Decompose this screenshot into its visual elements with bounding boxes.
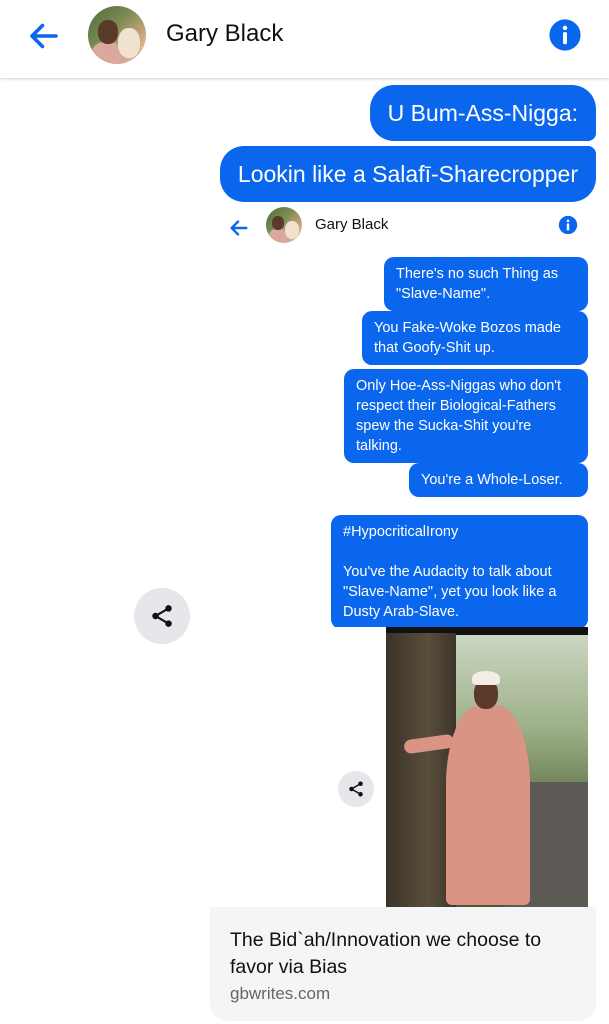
shared-photo [386,627,588,907]
message-bubble: #HypocriticalIrony You've the Audacity t… [331,515,588,629]
message-bubble: You're a Whole-Loser. [409,463,588,497]
shared-photo-area [210,627,596,907]
share-button [338,771,374,807]
back-arrow-icon[interactable] [26,18,62,54]
info-icon [558,215,578,235]
message-bubble: Only Hoe-Ass-Niggas who don't respect th… [344,369,588,463]
shared-screenshot-card[interactable]: Gary Black There's no such Thing as "Sla… [210,207,596,1021]
info-icon[interactable] [548,18,582,52]
back-arrow-icon [230,220,248,236]
contact-name: Gary Black [315,216,389,233]
share-icon [349,781,363,797]
link-title[interactable]: The Bid`ah/Innovation we choose to favor… [230,927,580,981]
message-bubble: You Fake-Woke Bozos made that Goofy-Shit… [362,311,588,365]
message-bubble[interactable]: U Bum-Ass-Nigga: [369,85,596,141]
link-domain: gbwrites.com [230,984,331,1003]
conversation-header: Gary Black [0,0,609,78]
shared-message-list: There's no such Thing as "Slave-Name". Y… [210,255,596,633]
message-bubble[interactable]: Lookin like a Salafī-Sharecropper [219,146,596,202]
contact-name[interactable]: Gary Black [166,20,283,48]
shared-conversation-header: Gary Black [210,207,596,256]
contact-avatar[interactable] [88,6,146,64]
share-button[interactable] [134,588,190,644]
message-bubble: There's no such Thing as "Slave-Name". [384,257,588,311]
link-preview[interactable]: The Bid`ah/Innovation we choose to favor… [210,907,596,1021]
contact-avatar [266,207,302,243]
share-icon [152,605,172,627]
